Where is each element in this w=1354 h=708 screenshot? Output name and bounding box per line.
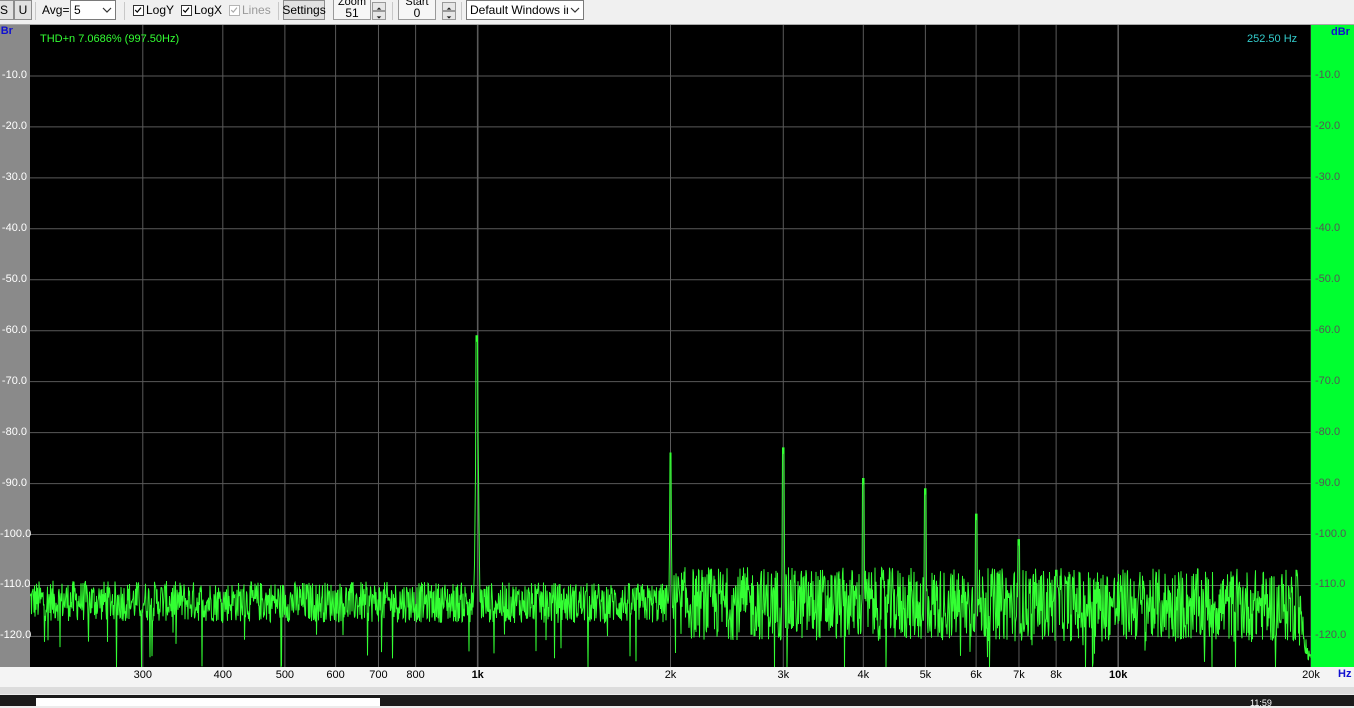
avg-label: Avg= (42, 3, 70, 17)
lines-checkbox[interactable]: Lines (229, 0, 275, 20)
x-tick-label: 500 (275, 669, 295, 681)
frequency-readout: 252.50 Hz (1247, 33, 1298, 45)
logy-checkbox[interactable]: LogY (133, 0, 179, 20)
x-tick-label: 3k (777, 669, 790, 681)
x-tick-label: 700 (369, 669, 388, 681)
chevron-down-icon (570, 4, 580, 16)
start-field[interactable]: Start 0 (398, 0, 436, 20)
y-tick-label-right: -60.0 (1315, 323, 1341, 336)
y-tick-label-left: -10.0 (1, 68, 27, 81)
u-button[interactable]: U (14, 0, 32, 20)
zoom-up-button[interactable] (372, 2, 386, 11)
window-function-value: Default Windows inp (470, 3, 568, 17)
x-axis-unit: Hz (1338, 668, 1352, 680)
y-tick-label-right: -110.0 (1315, 578, 1346, 591)
x-tick-label: 20k (1302, 669, 1320, 681)
x-tick-label: 400 (213, 669, 232, 681)
checkbox-check-icon (181, 4, 192, 16)
zoom-value: 51 (345, 6, 359, 20)
x-tick-label: 4k (857, 669, 870, 681)
logy-label: LogY (146, 3, 175, 17)
toolbar-separator (278, 2, 279, 20)
arrow-down-icon (446, 16, 452, 19)
right-axis-unit: dBr (1331, 26, 1350, 38)
toolbar: S U Avg= 5 LogY LogX Lines Settings Zoom… (0, 0, 1354, 25)
y-tick-label-left: -70.0 (1, 374, 27, 387)
u-button-label: U (18, 3, 28, 17)
y-tick-label-left: -90.0 (1, 476, 27, 489)
y-tick-label-right: -120.0 (1315, 629, 1347, 642)
arrow-down-icon (376, 16, 382, 19)
logx-checkbox[interactable]: LogX (181, 0, 227, 20)
toolbar-separator (461, 2, 462, 20)
chevron-down-icon (102, 7, 112, 13)
taskbar-clock: 11:59 (1250, 698, 1272, 708)
s-button-label: S (0, 3, 8, 17)
avg-select[interactable]: 5 (70, 0, 116, 20)
thd-readout: THD+n 7.0686% (997.50Hz) (40, 33, 180, 45)
y-tick-label-left: -110.0 (0, 578, 31, 591)
y-tick-label-right: -20.0 (1315, 119, 1341, 132)
x-tick-label: 800 (406, 669, 425, 681)
settings-button-label: Settings (282, 3, 326, 17)
y-tick-label-left: -120.0 (0, 629, 32, 642)
spectrum-plot[interactable]: THD+n 7.0686% (997.50Hz) 252.50 Hz (29, 25, 1312, 668)
x-tick-label: 600 (326, 669, 345, 681)
y-tick-label-left: -20.0 (1, 119, 27, 132)
x-tick-label: 6k (970, 669, 982, 681)
y-tick-label-left: -30.0 (1, 170, 27, 183)
x-tick-label: 5k (919, 669, 932, 681)
x-tick-label: 8k (1050, 669, 1062, 681)
checkbox-check-icon (229, 4, 240, 16)
zoom-down-button[interactable] (372, 11, 386, 20)
y-tick-label-right: -30.0 (1315, 170, 1341, 183)
start-up-button[interactable] (442, 2, 456, 11)
x-tick-label: 1k (471, 669, 484, 681)
y-tick-label-right: -50.0 (1315, 272, 1341, 285)
left-axis-unit: dBr (0, 25, 13, 37)
toolbar-separator (35, 2, 36, 20)
taskbar-search-box[interactable] (36, 698, 380, 706)
y-tick-label-right: -100.0 (1315, 527, 1347, 540)
y-tick-label-right: -80.0 (1315, 425, 1341, 438)
y-tick-label-left: -60.0 (1, 323, 27, 336)
y-tick-label-left: -40.0 (1, 221, 27, 234)
avg-select-value: 5 (74, 3, 81, 17)
x-tick-label: 2k (664, 669, 677, 681)
toolbar-separator (392, 2, 393, 20)
spectrum-svg (29, 25, 1312, 668)
start-down-button[interactable] (442, 11, 456, 20)
y-tick-label-right: -70.0 (1315, 374, 1341, 387)
start-value: 0 (413, 6, 421, 20)
x-axis: Hz 300 400 500 600 700 800 1k 2k 3k 4k 5k 6k 7k 8k 10k… (0, 667, 1354, 687)
zoom-field[interactable]: Zoom 51 (333, 0, 371, 20)
x-tick-label: 7k (1013, 669, 1025, 681)
settings-button[interactable]: Settings (282, 0, 326, 20)
lines-label: Lines (242, 3, 271, 17)
x-tick-label: 300 (133, 669, 152, 681)
y-tick-label-left: -80.0 (1, 425, 27, 438)
y-tick-label-right: -10.0 (1315, 68, 1341, 81)
x-tick-label: 10k (1109, 669, 1128, 681)
s-button[interactable]: S (0, 0, 14, 20)
toolbar-separator (124, 2, 125, 20)
y-tick-label-right: -90.0 (1315, 476, 1341, 489)
horizontal-scrollbar[interactable] (0, 687, 1354, 694)
y-tick-label-right: -40.0 (1315, 221, 1341, 234)
window-function-select[interactable]: Default Windows inp (466, 0, 584, 20)
y-tick-label-left: -50.0 (1, 272, 27, 285)
logx-label: LogX (194, 3, 223, 17)
y-tick-label-left: -100.0 (0, 527, 32, 540)
checkbox-check-icon (133, 4, 144, 16)
